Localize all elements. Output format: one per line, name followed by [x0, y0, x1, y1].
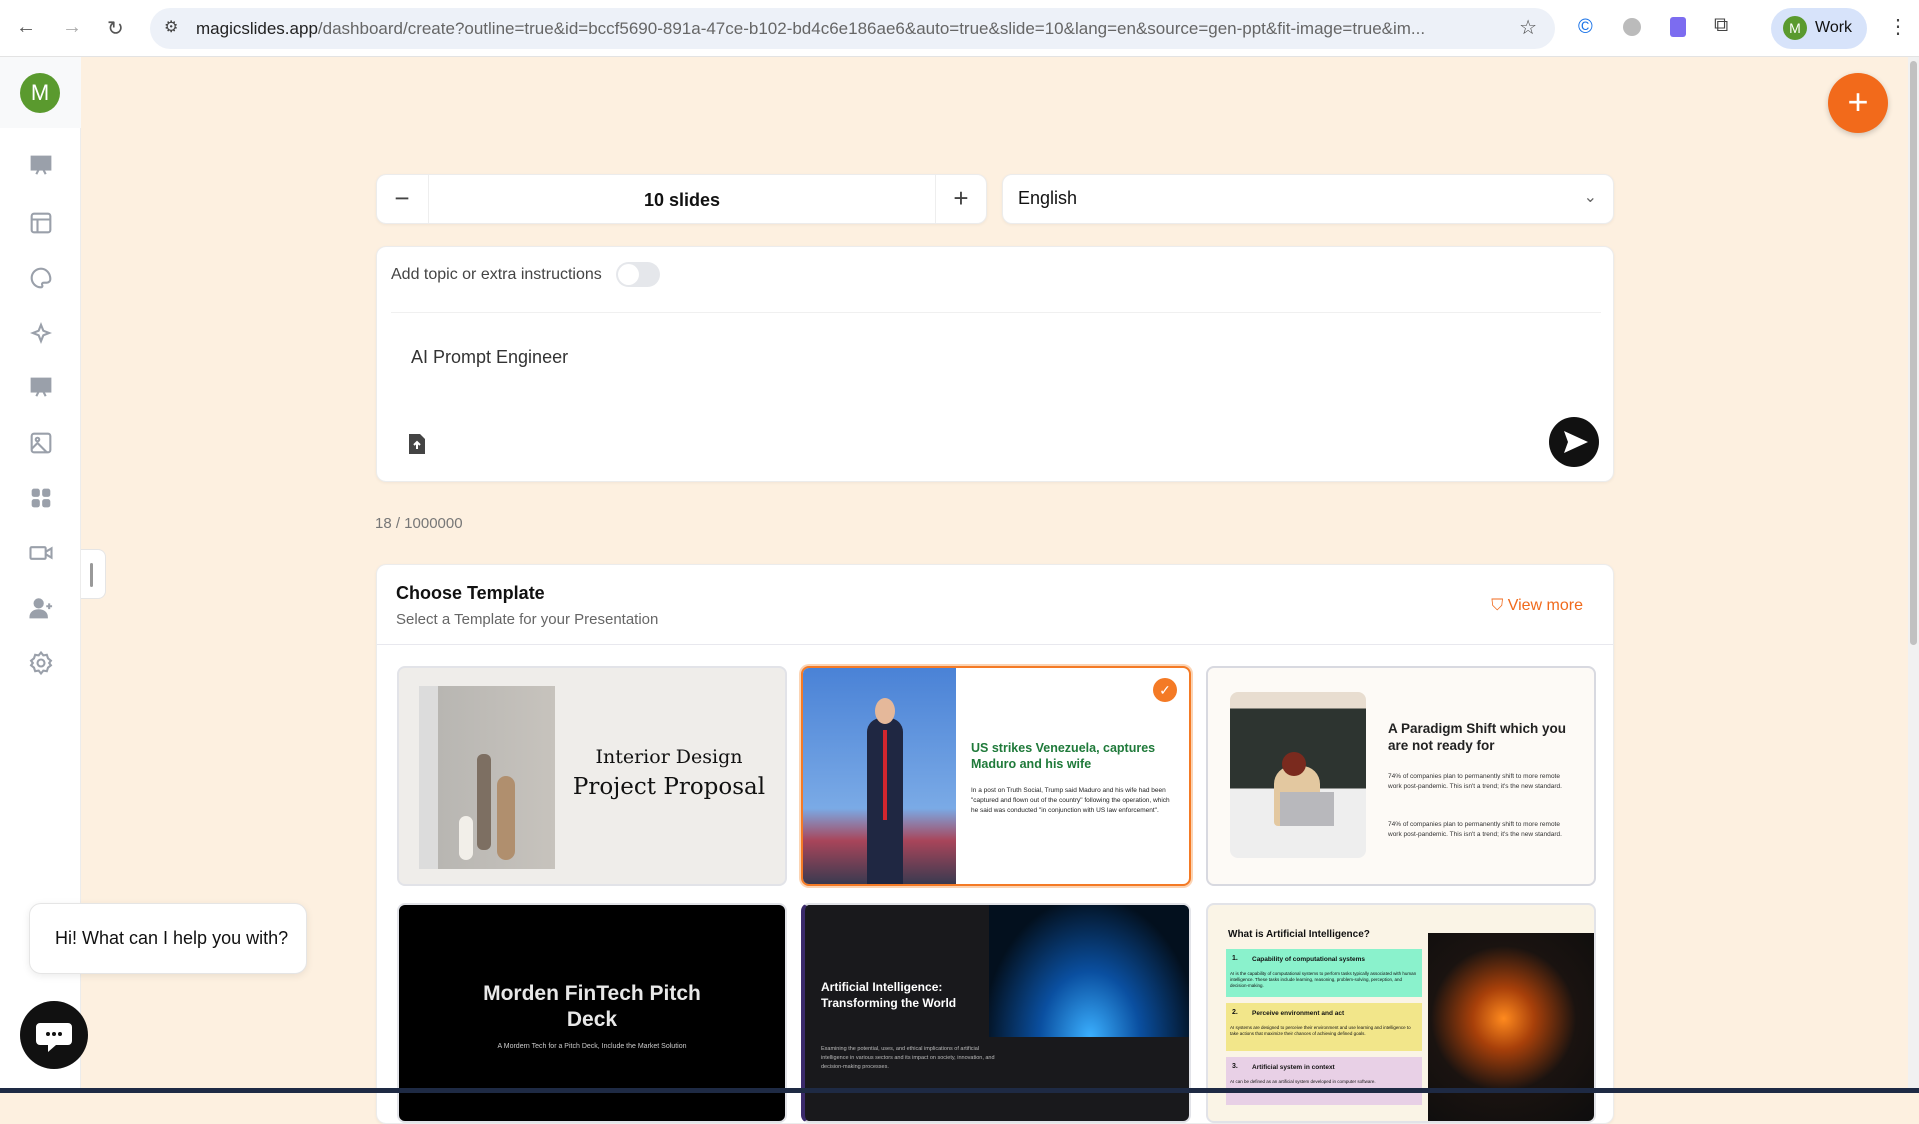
divider — [391, 312, 1601, 313]
add-user-icon[interactable] — [27, 594, 55, 622]
prompt-card: Add topic or extra instructions AI Promp… — [376, 246, 1614, 482]
language-select[interactable]: English ⌄ — [1002, 174, 1614, 224]
send-icon — [1564, 431, 1588, 453]
browser-toolbar: ← → ↻ ⚙ magicslides.app/dashboard/create… — [0, 0, 1919, 57]
extension-d-icon[interactable] — [1670, 17, 1686, 37]
increase-slides-button[interactable]: + — [936, 175, 986, 223]
section-title: Choose Template — [396, 583, 545, 603]
send-button[interactable] — [1549, 417, 1599, 467]
template-image — [1428, 933, 1594, 1121]
template-card-news-selected[interactable]: US strikes Venezuela, captures Maduro an… — [801, 666, 1191, 886]
image-icon[interactable] — [27, 429, 55, 457]
url-path: /dashboard/create?outline=true&id=bccf56… — [317, 19, 1426, 38]
site-settings-icon[interactable]: ⚙ — [164, 17, 178, 37]
slide-count-stepper: − 10 slides + — [376, 174, 987, 224]
template-text: Project Proposal — [572, 774, 766, 800]
template-point: 2. Perceive environment and act AI syste… — [1226, 1003, 1422, 1051]
character-counter: 18 / 1000000 — [375, 515, 463, 532]
template-text: Examining the potential, uses, and ethic… — [821, 1046, 995, 1070]
template-text: Artificial Intelligence: Transforming th… — [821, 980, 957, 1010]
template-card-paradigm-shift[interactable]: A Paradigm Shift which you are not ready… — [1206, 666, 1596, 886]
chevron-down-icon: ⌄ — [1583, 189, 1597, 206]
create-new-button[interactable]: + — [1828, 73, 1888, 133]
template-image — [419, 686, 555, 869]
sidebar-collapse-handle[interactable] — [81, 549, 106, 599]
bookmark-star-icon[interactable]: ☆ — [1519, 15, 1537, 40]
selected-check-icon: ✓ — [1153, 678, 1177, 702]
extensions-puzzle-icon[interactable]: ⧉ — [1714, 14, 1728, 37]
address-bar[interactable]: ⚙ magicslides.app/dashboard/create?outli… — [150, 8, 1555, 49]
sparkles-icon[interactable] — [27, 319, 55, 347]
section-subtitle: Select a Template for your Presentation — [396, 611, 659, 628]
reload-icon[interactable]: ↻ — [107, 16, 124, 41]
presentation-icon[interactable] — [27, 152, 55, 180]
video-icon[interactable] — [27, 539, 55, 567]
template-text: What is Artificial Intelligence? — [1228, 929, 1370, 940]
chat-icon — [36, 1023, 72, 1052]
profile-button[interactable]: M Work — [1771, 8, 1867, 49]
extension-icon[interactable] — [1623, 18, 1641, 36]
slides-icon[interactable] — [27, 374, 55, 402]
choose-template-panel: Choose Template Select a Template for yo… — [376, 564, 1614, 1124]
profile-avatar: M — [1783, 16, 1807, 40]
template-text: In a post on Truth Social, Trump said Ma… — [971, 787, 1170, 814]
chat-greeting-bubble[interactable]: Hi! What can I help you with? — [29, 903, 307, 974]
upload-file-icon[interactable] — [407, 433, 427, 455]
extra-instructions-label: Add topic or extra instructions — [391, 266, 602, 283]
template-image — [989, 905, 1189, 1037]
chat-widget-button[interactable] — [20, 1001, 88, 1069]
settings-gear-icon[interactable] — [27, 649, 55, 677]
avatar[interactable]: M — [20, 73, 60, 113]
back-icon[interactable]: ← — [16, 16, 36, 39]
template-text: A Mordern Tech for a Pitch Deck, Include… — [497, 1043, 687, 1050]
presentation-icon: ⛉ — [1491, 597, 1508, 614]
palette-icon[interactable] — [27, 264, 55, 292]
template-text: 74% of companies plan to permanently shi… — [1388, 773, 1562, 790]
template-card-interior-design[interactable]: Interior Design Project Proposal — [397, 666, 787, 886]
template-image — [1230, 692, 1366, 858]
template-text: A Paradigm Shift which you are not ready… — [1388, 721, 1567, 753]
template-text: Morden FinTech Pitch Deck — [483, 982, 701, 1031]
template-point: 3. Artificial system in context AI can b… — [1226, 1057, 1422, 1105]
extra-instructions-toggle[interactable] — [616, 262, 660, 287]
template-text: Interior Design — [595, 746, 743, 768]
forward-icon[interactable]: → — [62, 16, 82, 39]
template-text: US strikes Venezuela, captures Maduro an… — [971, 741, 1156, 771]
apps-grid-icon[interactable] — [27, 484, 55, 512]
topic-input[interactable]: AI Prompt Engineer — [411, 347, 568, 368]
template-text: 74% of companies plan to permanently shi… — [1388, 821, 1562, 838]
view-more-link[interactable]: ⛉ View more — [1491, 597, 1583, 615]
divider — [377, 644, 1613, 645]
profile-label: Work — [1815, 19, 1853, 36]
url-host: magicslides.app — [196, 19, 318, 38]
decrease-slides-button[interactable]: − — [377, 175, 427, 223]
page-scrollbar[interactable] — [1908, 57, 1919, 1088]
slide-count-value: 10 slides — [428, 175, 936, 223]
language-value: English — [1018, 188, 1078, 208]
layout-icon[interactable] — [27, 209, 55, 237]
template-image — [803, 668, 956, 884]
browser-menu-icon[interactable]: ⋮ — [1888, 14, 1908, 39]
view-more-label: View more — [1507, 597, 1583, 614]
taskbar-edge — [0, 1088, 1919, 1093]
template-point: 1. Capability of computational systems A… — [1226, 949, 1422, 997]
extension-c-icon[interactable]: © — [1578, 16, 1593, 39]
